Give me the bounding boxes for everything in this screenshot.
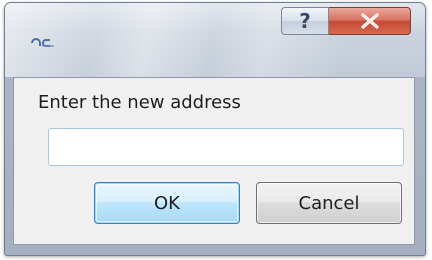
address-prompt-label: Enter the new address (38, 92, 241, 113)
close-icon (359, 13, 381, 29)
ok-button[interactable]: OK (94, 182, 240, 224)
help-button[interactable]: ? (281, 7, 329, 35)
cancel-button[interactable]: Cancel (256, 182, 402, 224)
app-logo-icon (30, 35, 58, 49)
title-bar[interactable]: ? (5, 3, 425, 77)
address-input[interactable] (48, 128, 404, 166)
close-button[interactable] (329, 7, 411, 35)
help-button-label: ? (299, 9, 311, 33)
